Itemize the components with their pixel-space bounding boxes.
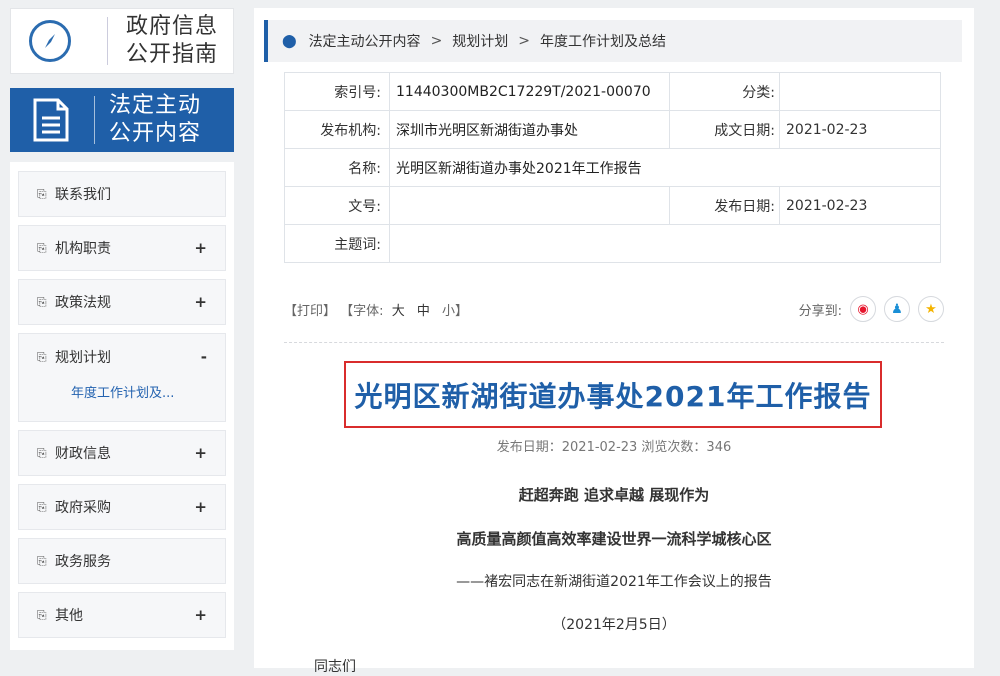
article-tools: 【打印】 【字体: 大 中 小】 分享到: ◉ ♟ ★: [284, 296, 944, 322]
active-disclosure-link[interactable]: 法定主动 公开内容: [10, 88, 234, 152]
published-date-label: 发布日期:: [669, 186, 780, 225]
guide-title: 政府信息 公开指南: [126, 13, 218, 69]
publisher-label: 发布机构:: [284, 110, 390, 149]
share-label: 分享到:: [798, 303, 842, 319]
dashed-divider: [284, 342, 944, 343]
created-date-label: 成文日期:: [669, 110, 780, 149]
breadcrumb-separator: >: [518, 33, 531, 49]
sidebar-item-label: 其他: [55, 608, 83, 624]
metadata-table: 索引号: 11440300MB2C17229T/2021-00070 分类: 发…: [284, 72, 941, 263]
font-large-button[interactable]: 大: [392, 304, 405, 319]
qzone-share-icon[interactable]: ★: [918, 296, 944, 322]
expand-toggle[interactable]: +: [194, 293, 207, 311]
paperclip-icon: ⎘: [37, 294, 47, 309]
gov-info-guide-link[interactable]: 政府信息 公开指南: [10, 8, 234, 74]
sidebar-item-procurement[interactable]: ⎘ 政府采购 +: [18, 484, 226, 530]
document-icon: [32, 98, 70, 142]
expand-toggle[interactable]: +: [194, 498, 207, 516]
expand-toggle[interactable]: +: [194, 444, 207, 462]
active-title: 法定主动 公开内容: [109, 92, 201, 148]
table-row: 发布机构: 深圳市光明区新湖街道办事处 成文日期: 2021-02-23: [284, 110, 941, 149]
print-button[interactable]: 【打印】: [284, 304, 336, 319]
sidebar-item-label: 政府采购: [55, 500, 111, 516]
name-label: 名称:: [284, 148, 390, 187]
created-date-value: 2021-02-23: [779, 110, 941, 149]
sidebar-item-finance[interactable]: ⎘ 财政信息 +: [18, 430, 226, 476]
weibo-share-icon[interactable]: ◉: [850, 296, 876, 322]
subject-value: [389, 224, 941, 263]
sidebar-item-policies[interactable]: ⎘ 政策法规 +: [18, 279, 226, 325]
article-byline: ——褚宏同志在新湖街道2021年工作会议上的报告: [456, 574, 772, 590]
subject-label: 主题词:: [284, 224, 390, 263]
article-date: （2021年2月5日）: [552, 617, 676, 633]
location-pin-icon: ⬤: [282, 33, 297, 49]
sidebar-group-plans: ⎘ 规划计划 - 年度工作计划及...: [18, 333, 226, 422]
index-value: 11440300MB2C17229T/2021-00070: [389, 72, 670, 111]
paperclip-icon: ⎘: [37, 607, 47, 622]
article-title: 光明区新湖街道办事处2021年工作报告: [354, 379, 872, 413]
publish-info: 发布日期：2021-02-23 浏览次数：346: [496, 440, 732, 455]
sidebar-item-label: 机构职责: [55, 241, 111, 257]
article-salutation: 同志们: [314, 659, 356, 675]
main-content: ⬤ 法定主动公开内容 > 规划计划 > 年度工作计划及总结 索引号: 11440…: [254, 8, 974, 675]
sidebar-item-label: 规划计划: [55, 350, 111, 366]
name-value: 光明区新湖街道办事处2021年工作报告: [389, 148, 941, 187]
article-headline-1: 赶超奔跑 追求卓越 展现作为: [518, 486, 710, 504]
paperclip-icon: ⎘: [37, 499, 47, 514]
published-date-value: 2021-02-23: [779, 186, 941, 225]
table-row: 文号: 发布日期: 2021-02-23: [284, 186, 941, 225]
breadcrumb-item[interactable]: 规划计划: [452, 31, 508, 51]
font-small-button[interactable]: 小】: [442, 304, 468, 319]
sidebar-item-label: 联系我们: [55, 187, 111, 203]
active-title-line2: 公开内容: [109, 121, 202, 146]
article-headline-2: 高质量高颜值高效率建设世界一流科学城核心区: [456, 530, 772, 548]
font-size-controls: 【字体: 大 中 小】: [340, 304, 472, 319]
paperclip-icon: ⎘: [37, 553, 47, 568]
font-medium-button[interactable]: 中: [417, 304, 430, 319]
sidebar-item-plans[interactable]: ⎘ 规划计划 -: [19, 334, 225, 380]
qq-share-icon[interactable]: ♟: [884, 296, 910, 322]
sidebar-subitem-annual-plan[interactable]: 年度工作计划及...: [71, 386, 174, 401]
breadcrumb-item[interactable]: 法定主动公开内容: [309, 31, 421, 51]
sidebar-item-label: 政务服务: [55, 554, 111, 570]
expand-toggle[interactable]: +: [194, 239, 207, 257]
breadcrumb-item-current[interactable]: 年度工作计划及总结: [540, 31, 666, 51]
expand-toggle[interactable]: +: [194, 606, 207, 624]
sidebar-item-contact[interactable]: ⎘ 联系我们: [18, 171, 226, 217]
breadcrumb: ⬤ 法定主动公开内容 > 规划计划 > 年度工作计划及总结: [264, 20, 962, 62]
doc-number-label: 文号:: [284, 186, 390, 225]
paperclip-icon: ⎘: [37, 445, 47, 460]
sidebar-item-other[interactable]: ⎘ 其他 +: [18, 592, 226, 638]
category-value: [779, 72, 941, 111]
sidebar-item-label: 政策法规: [55, 295, 111, 311]
sidebar: 政府信息 公开指南 法定主动 公开内容 ⎘ 联系我们 ⎘ 机构职责 + ⎘ 政策…: [10, 8, 234, 650]
article-title-highlight: 光明区新湖街道办事处2021年工作报告: [344, 361, 882, 428]
share-bar: 分享到: ◉ ♟ ★: [799, 296, 944, 322]
sidebar-menu: ⎘ 联系我们 ⎘ 机构职责 + ⎘ 政策法规 + ⎘ 规划计划 - 年度工作计划及...…: [10, 162, 234, 650]
index-label: 索引号:: [284, 72, 390, 111]
compass-icon: [29, 20, 71, 62]
table-row: 主题词:: [284, 224, 941, 263]
breadcrumb-separator: >: [430, 33, 443, 49]
collapse-toggle[interactable]: -: [201, 348, 207, 366]
table-row: 索引号: 11440300MB2C17229T/2021-00070 分类:: [284, 72, 941, 111]
sidebar-submenu: 年度工作计划及...: [19, 376, 225, 415]
paperclip-icon: ⎘: [37, 349, 47, 364]
doc-number-value: [389, 186, 670, 225]
print-font-controls: 【打印】 【字体: 大 中 小】: [284, 300, 472, 319]
sidebar-item-label: 财政信息: [55, 446, 111, 462]
table-row: 名称: 光明区新湖街道办事处2021年工作报告: [284, 148, 941, 187]
sidebar-item-duties[interactable]: ⎘ 机构职责 +: [18, 225, 226, 271]
divider: [94, 96, 95, 144]
font-size-label: 【字体:: [340, 303, 384, 319]
active-title-line1: 法定主动: [109, 93, 202, 118]
paperclip-icon: ⎘: [37, 186, 47, 201]
sidebar-item-services[interactable]: ⎘ 政务服务: [18, 538, 226, 584]
guide-title-line1: 政府信息: [126, 14, 219, 39]
publisher-value: 深圳市光明区新湖街道办事处: [389, 110, 670, 149]
paperclip-icon: ⎘: [37, 240, 47, 255]
guide-title-line2: 公开指南: [126, 42, 219, 67]
category-label: 分类:: [669, 72, 780, 111]
divider: [107, 17, 108, 65]
